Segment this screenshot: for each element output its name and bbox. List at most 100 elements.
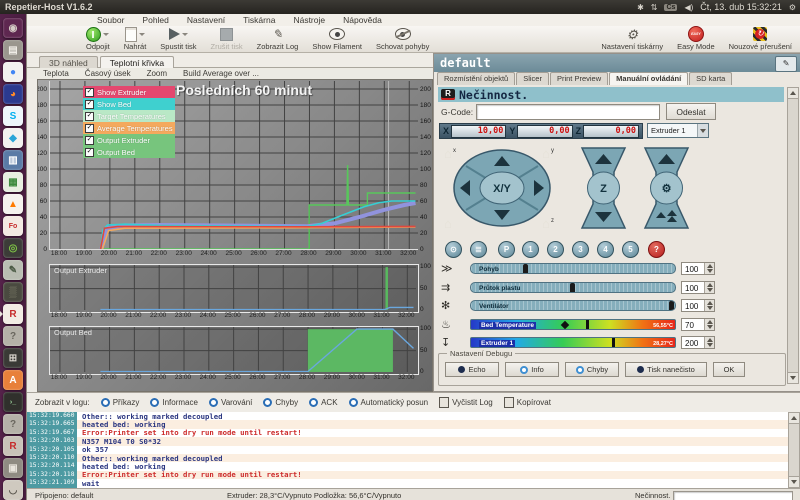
launcher-camo-app[interactable]: ▒ [3,282,23,302]
send-gcode-button[interactable]: Odeslat [666,103,716,120]
launcher-kodi[interactable]: ◆ [3,128,23,148]
toolbar-button-load[interactable]: Nahrát [117,26,154,52]
extruder-temp-target-marker[interactable] [612,337,615,348]
tab-manu-ln-ovl-d-n-[interactable]: Manuální ovládání [609,72,688,85]
launcher-libreoffice-calc[interactable]: ▦ [3,172,23,192]
preset-4[interactable]: 4 [597,241,614,258]
legend-item[interactable]: ✓Target Temperatures [83,110,175,122]
extruder-temp-slider[interactable]: Extruder 128,27°C [470,337,676,348]
toolbar-button-gears[interactable]: ⚙Nastavení tiskárny [594,26,670,52]
launcher-skype[interactable]: S [3,106,23,126]
menu-nastavení[interactable]: Nastavení [187,15,225,25]
flowrate-thumb[interactable] [570,283,575,293]
dropdown-arrow-icon[interactable] [182,33,188,36]
launcher-terminal[interactable]: ›_ [3,392,23,412]
debug-ok-button[interactable]: OK [713,362,745,377]
extruder-temp-spinbox[interactable]: 200 [681,336,715,349]
home-x-icon[interactable]: ⌂ [444,146,452,161]
dropdown-arrow-icon[interactable] [103,33,109,36]
legend-checkbox[interactable]: ✓ [85,136,94,145]
legend-item[interactable]: ✓Average Temperatures [83,122,175,134]
motor-off-button[interactable]: ≣ [470,241,487,258]
spin-up-icon[interactable] [707,338,713,342]
home-z-icon[interactable]: ⌂ [542,216,550,231]
scroll-up-icon[interactable] [787,87,799,99]
launcher-dash-home[interactable]: ◉ [3,18,23,38]
toolbar-button-play[interactable]: Spustit tisk [153,26,203,52]
chart-menu-build-average-over-[interactable]: Build Average over ... [183,69,259,78]
log-filter-ack[interactable]: ACK [309,398,337,407]
log-action-vy-istit-log[interactable]: Vyčistit Log [439,397,493,408]
gcode-input[interactable] [476,104,660,120]
debug-toggle-chyby[interactable]: Chyby [565,362,619,377]
feedrate-thumb[interactable] [523,264,528,274]
menu-soubor[interactable]: Soubor [97,15,124,25]
power-button[interactable]: ⊙ [445,241,462,258]
launcher-firefox[interactable]: ◕ [3,84,23,104]
fan-thumb[interactable] [669,301,674,311]
legend-checkbox[interactable]: ✓ [85,100,94,109]
home-y-icon[interactable]: ⌂ [542,146,550,161]
legend-item[interactable]: ✓Output Bed [83,146,175,158]
toolbar-button-eye[interactable]: Show Filament [305,26,369,52]
spin-up-icon[interactable] [707,320,713,324]
home-all-icon[interactable]: ⌂ [444,216,452,231]
tab-rozm-st-n-objekt-[interactable]: Rozmístění objektů [437,72,515,85]
launcher-repetier-host[interactable]: R [3,304,23,324]
spin-up-icon[interactable] [707,283,713,287]
launcher-repetier-server[interactable]: R [3,436,23,456]
legend-checkbox[interactable]: ✓ [85,148,94,157]
launcher-software-center[interactable]: A [3,370,23,390]
log-filter-p-kazy[interactable]: Příkazy [101,398,140,407]
preset-2[interactable]: 2 [547,241,564,258]
dropdown-arrow-icon[interactable] [139,33,145,36]
launcher-design-tool[interactable]: ✎ [3,260,23,280]
spin-down-icon[interactable] [707,288,713,292]
menu-nástroje[interactable]: Nástroje [293,15,325,25]
preset-1[interactable]: 1 [522,241,539,258]
tab-print-preview[interactable]: Print Preview [550,72,608,85]
launcher-unknown-app-2[interactable]: ? [3,414,23,434]
spin-down-icon[interactable] [707,325,713,329]
edit-profile-pencil-icon[interactable]: ✎ [775,56,797,72]
sync-arrows-icon[interactable]: ⇅ [651,3,658,12]
panel-scrollbar[interactable] [787,87,799,384]
help-button[interactable]: ? [648,241,665,258]
chart-menu-teplota[interactable]: Teplota [43,69,69,78]
session-gear-icon[interactable]: ⚙ [789,3,796,12]
feedrate-slider[interactable]: Pohyb [470,263,676,274]
toolbar-button-easy[interactable]: EASYEasy Mode [670,26,722,52]
scroll-down-icon[interactable] [787,372,799,384]
legend-item[interactable]: ✓Output Extruder [83,134,175,146]
indicator-applet-icon[interactable]: ✱ [637,3,644,12]
log-output[interactable]: 15:32:19.660Other:: working marked decou… [27,412,800,488]
legend-checkbox[interactable]: ✓ [85,124,94,133]
menu-nápověda[interactable]: Nápověda [343,15,382,25]
menu-pohled[interactable]: Pohled [142,15,168,25]
tab-sd-karta[interactable]: SD karta [689,72,732,85]
toolbar-button-connect[interactable]: Odpojit [79,26,117,52]
launcher-file-manager[interactable]: ▤ [3,40,23,60]
launcher-vlc[interactable]: ▲ [3,194,23,214]
log-filter-informace[interactable]: Informace [150,398,198,407]
flowrate-spinbox[interactable]: 100 [681,281,715,294]
flowrate-slider[interactable]: Průtok plastu [470,282,676,293]
menu-tiskárna[interactable]: Tiskárna [243,15,275,25]
toolbar-button-emergency[interactable]: ↻Nouzové přerušení [722,26,799,52]
log-action-kop-rovat[interactable]: Kopírovat [504,397,551,408]
bed-temp-target-marker[interactable] [586,319,589,330]
log-scroll-down-icon[interactable] [788,476,800,488]
spin-up-icon[interactable] [707,301,713,305]
clock[interactable]: Čt, 13. dub 15:32:21 [700,2,782,12]
bed-temp-slider[interactable]: Bed Temperature56,55°C [470,319,676,330]
launcher-unknown-app-1[interactable]: ? [3,326,23,346]
spin-down-icon[interactable] [707,269,713,273]
log-filter-varov-n-[interactable]: Varování [209,398,252,407]
park-button[interactable]: P [498,241,515,258]
toolbar-button-stop[interactable]: Zrušit tisk [204,26,250,52]
log-scroll-up-icon[interactable] [788,412,800,424]
debug-toggle-echo[interactable]: Echo [445,362,499,377]
log-filter-automatick-posun[interactable]: Automatický posun [349,398,429,407]
legend-checkbox[interactable]: ✓ [85,88,94,97]
debug-toggle-info[interactable]: Info [505,362,559,377]
